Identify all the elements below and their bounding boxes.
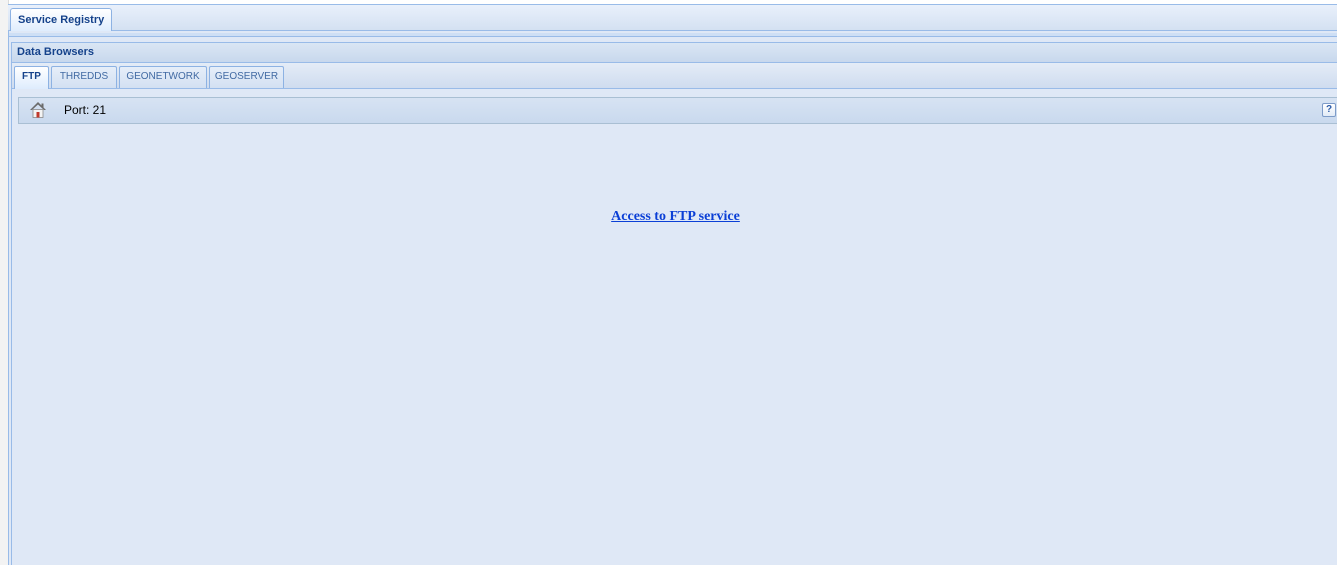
port-label: Port: 21	[64, 103, 107, 117]
help-icon[interactable]: ?	[1322, 103, 1336, 117]
data-browsers-tab-strip: FTP THREDDS GEONETWORK GEOSERVER	[11, 63, 1337, 89]
ftp-toolbar: Port: 21 ?	[18, 97, 1337, 124]
access-ftp-link[interactable]: Access to FTP service	[611, 209, 740, 224]
service-registry-body: Data Browsers FTP THREDDS GEONETWORK GEO…	[8, 31, 1337, 565]
tab-geoserver[interactable]: GEOSERVER	[209, 66, 284, 88]
tab-thredds[interactable]: THREDDS	[51, 66, 117, 88]
tab-body-divider	[9, 33, 1337, 37]
tab-service-registry[interactable]: Service Registry	[10, 8, 113, 32]
data-browsers-header: Data Browsers	[11, 42, 1337, 63]
access-link-container: Access to FTP service	[12, 209, 1337, 225]
home-icon[interactable]	[29, 101, 47, 119]
tab-geonetwork[interactable]: GEONETWORK	[119, 66, 207, 88]
app-root: Service Registry Data Browsers FTP THRED…	[0, 0, 1337, 565]
tab-ftp[interactable]: FTP	[14, 66, 49, 89]
ftp-content-panel: Port: 21 ? Access to FTP service	[11, 89, 1337, 565]
outer-tab-strip: Service Registry	[8, 4, 1337, 32]
